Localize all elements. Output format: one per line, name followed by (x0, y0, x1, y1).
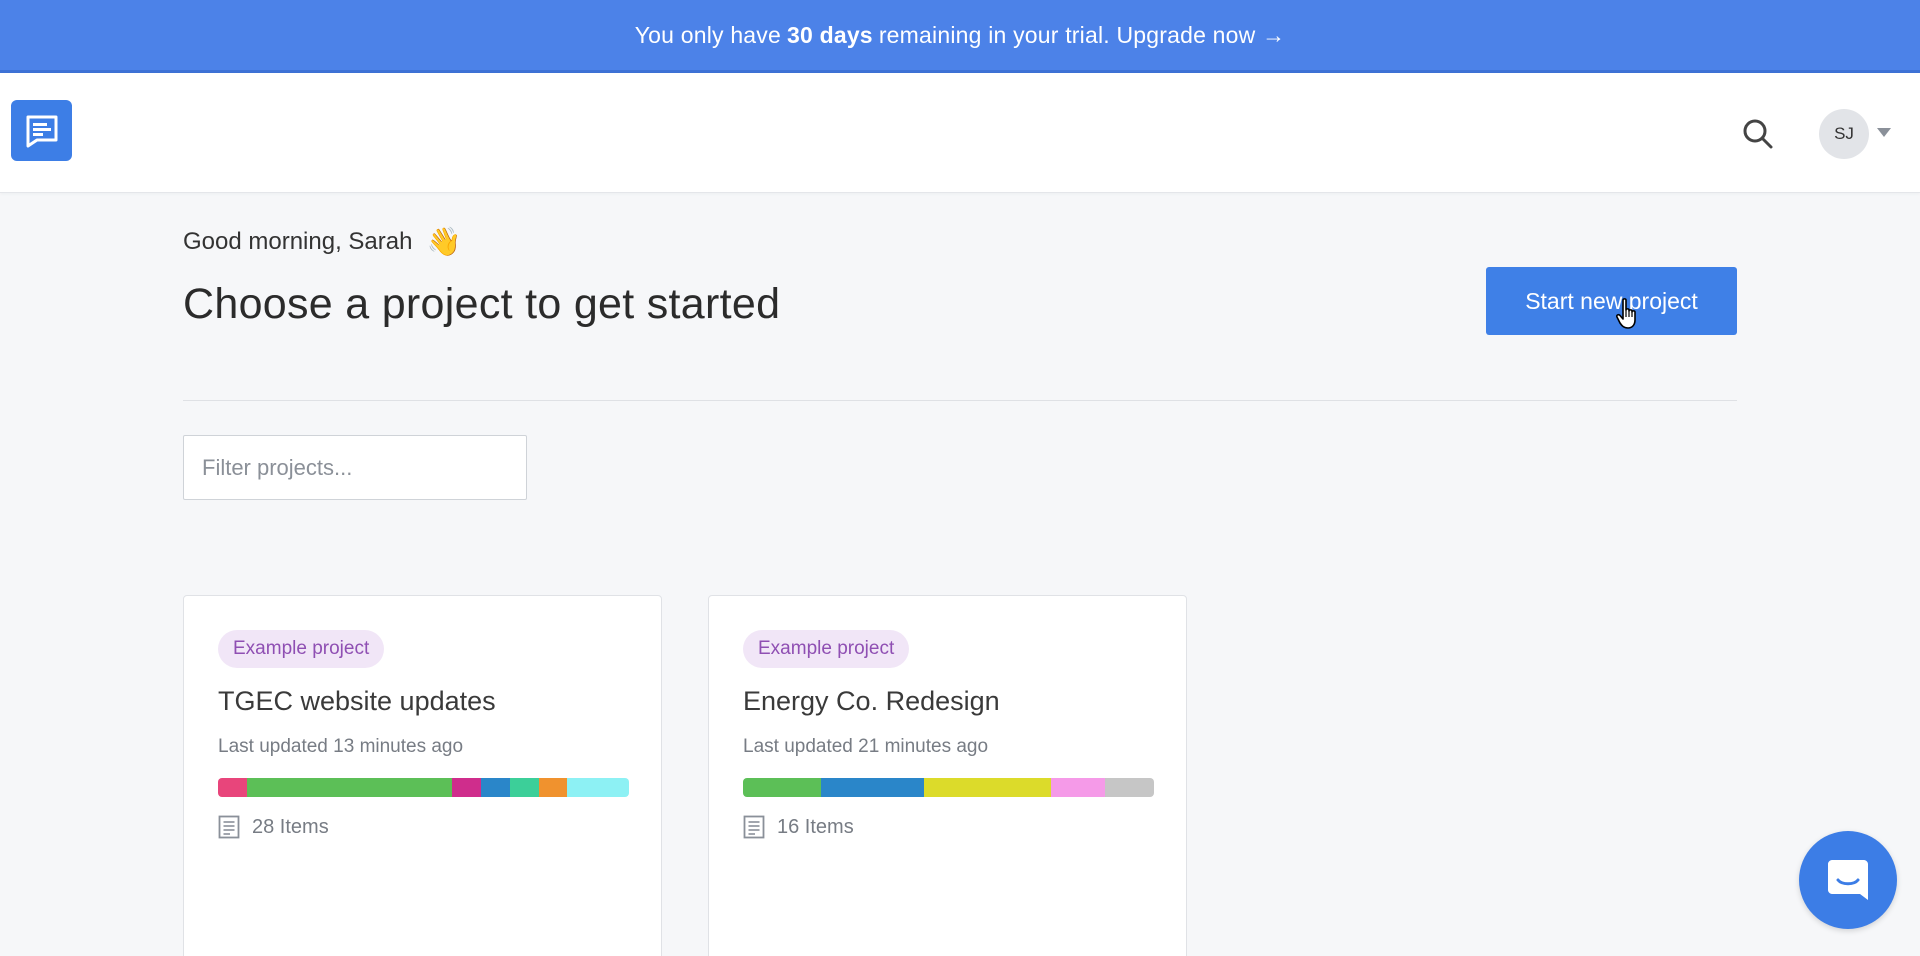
wave-emoji: 👋 (426, 226, 462, 257)
progress-segment (923, 778, 1052, 797)
banner-upgrade-link[interactable]: remaining in your trial. Upgrade now → (879, 22, 1285, 49)
progress-segment (821, 778, 924, 797)
progress-segment (538, 778, 568, 797)
chat-launcher-button[interactable] (1799, 831, 1897, 929)
banner-days: 30 days (787, 21, 873, 48)
filter-projects-input[interactable] (183, 435, 527, 500)
document-icon (218, 815, 240, 839)
progress-segment (1104, 778, 1154, 797)
project-name[interactable]: TGEC website updates (218, 686, 496, 717)
items-count: 28 Items (218, 815, 329, 839)
items-count-label: 16 Items (777, 815, 854, 838)
caret-down-icon[interactable] (1877, 128, 1891, 137)
chat-icon (1828, 860, 1868, 900)
example-project-badge: Example project (218, 630, 385, 668)
status-progress-bar (218, 778, 629, 797)
app-logo-icon[interactable] (11, 100, 72, 161)
last-updated: Last updated 13 minutes ago (218, 736, 464, 757)
progress-segment (218, 778, 247, 797)
greeting-text: Good morning, Sarah (183, 228, 413, 255)
trial-banner[interactable]: You only have 30 days remaining in your … (0, 0, 1920, 73)
document-icon (743, 815, 765, 839)
start-new-project-button[interactable]: Start new project (1486, 267, 1737, 335)
progress-segment (452, 778, 482, 797)
page-title: Choose a project to get started (183, 280, 781, 328)
avatar[interactable]: SJ (1819, 109, 1869, 159)
last-updated: Last updated 21 minutes ago (743, 736, 989, 757)
example-project-badge: Example project (743, 630, 910, 668)
project-name[interactable]: Energy Co. Redesign (743, 686, 1000, 717)
progress-segment (509, 778, 539, 797)
top-navigation: SJ (0, 73, 1920, 193)
project-card[interactable]: Example project Energy Co. Redesign Last… (708, 595, 1187, 956)
progress-segment (743, 778, 822, 797)
greeting: Good morning, Sarah 👋 (183, 228, 461, 256)
status-progress-bar (743, 778, 1154, 797)
banner-prefix: You only have (634, 21, 781, 48)
progress-segment (481, 778, 510, 797)
items-count: 16 Items (743, 815, 854, 839)
search-icon[interactable] (1741, 117, 1775, 151)
progress-segment (246, 778, 453, 797)
items-count-label: 28 Items (252, 815, 329, 838)
section-divider (183, 400, 1737, 401)
progress-segment (567, 778, 629, 797)
project-card[interactable]: Example project TGEC website updates Las… (183, 595, 662, 956)
progress-segment (1051, 778, 1105, 797)
pointer-cursor-icon (1615, 298, 1636, 329)
